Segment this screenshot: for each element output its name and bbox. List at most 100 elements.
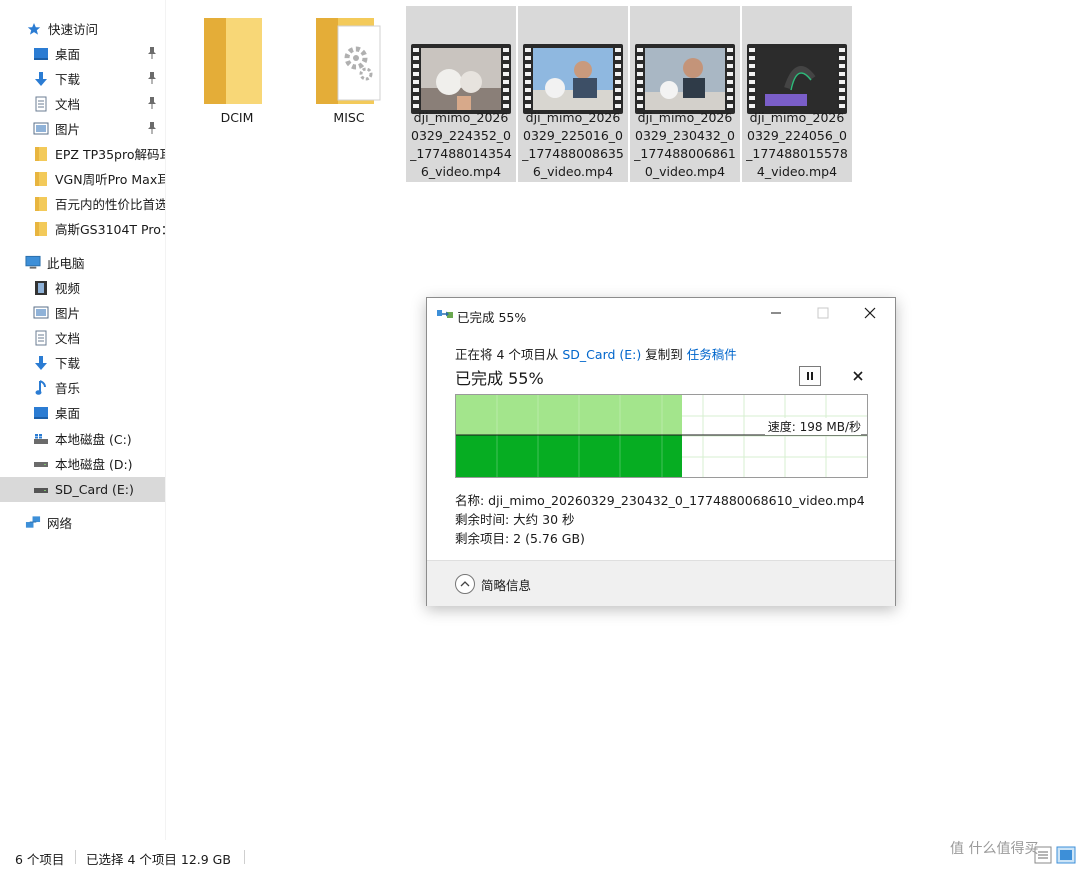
picture-icon: [33, 305, 49, 321]
nav-network[interactable]: 网络: [0, 510, 165, 535]
document-icon: [33, 96, 49, 112]
file-item-video[interactable]: dji_mimo_20260329_230432_0_1774880068610…: [630, 6, 740, 182]
folder-icon: [33, 146, 49, 162]
source-link[interactable]: SD_Card (E:): [562, 347, 641, 362]
computer-icon: [25, 255, 41, 271]
nav-label: SD_Card (E:): [55, 482, 134, 497]
file-name-line: 名称: dji_mimo_20260329_230432_0_177488006…: [455, 493, 865, 508]
nav-item-music[interactable]: 音乐: [0, 375, 165, 400]
nav-label: 图片: [55, 306, 81, 321]
nav-label: 网络: [47, 516, 73, 531]
video-thumbnail: [635, 44, 735, 114]
pin-icon[interactable]: [146, 96, 158, 110]
file-item-video[interactable]: dji_mimo_20260329_224352_0_1774880143546…: [406, 6, 516, 182]
file-name: dji_mimo_20260329_224352_0_1774880143546…: [410, 110, 512, 179]
download-icon: [33, 71, 49, 87]
progress-fill-light: [456, 395, 682, 435]
watermark: 值 什么值得买: [950, 835, 1080, 861]
download-icon: [33, 355, 49, 371]
chevron-up-icon: [455, 574, 475, 594]
desktop-icon: [33, 405, 49, 421]
nav-label: 百元内的性价比首选: [55, 197, 166, 212]
nav-item-pc-desktop[interactable]: 桌面: [0, 400, 165, 425]
video-thumbnail: [411, 44, 511, 114]
nav-label: 音乐: [55, 381, 81, 396]
file-name: dji_mimo_20260329_230432_0_1774880068610…: [634, 110, 736, 179]
nav-item-sd-card[interactable]: SD_Card (E:): [0, 477, 165, 502]
pause-icon: [807, 372, 813, 380]
nav-item-folder-epz[interactable]: EPZ TP35pro解码耳: [0, 141, 166, 166]
copy-prefix: 正在将 4 个项目从: [455, 347, 563, 362]
nav-label: EPZ TP35pro解码耳: [55, 147, 166, 162]
file-item-folder[interactable]: MISC: [294, 6, 404, 182]
selection-info: 已选择 4 个项目 12.9 GB: [86, 852, 231, 867]
video-thumbnail: [523, 44, 623, 114]
nav-label: 桌面: [55, 47, 81, 62]
nav-label: 此电脑: [47, 256, 85, 271]
nav-quick-access[interactable]: 快速访问: [0, 16, 165, 41]
pin-icon[interactable]: [146, 71, 158, 85]
nav-label: 下载: [55, 72, 81, 87]
nav-item-pictures[interactable]: 图片: [0, 116, 165, 141]
nav-label: 本地磁盘 (D:): [55, 457, 133, 472]
nav-item-folder-budget[interactable]: 百元内的性价比首选: [0, 191, 166, 216]
navigation-pane: 快速访问 桌面 下载 文档 图片 EPZ TP35pro解码耳 VGN周听Pro…: [0, 0, 166, 840]
pause-button[interactable]: [799, 366, 821, 386]
nav-item-folder-vgn[interactable]: VGN周听Pro Max耳: [0, 166, 166, 191]
nav-label: 视频: [55, 281, 81, 296]
items-remaining: 剩余项目: 2 (5.76 GB): [455, 531, 585, 546]
nav-item-desktop[interactable]: 桌面: [0, 41, 165, 66]
destination-link[interactable]: 任务稿件: [687, 347, 737, 362]
music-icon: [33, 379, 49, 396]
nav-label: VGN周听Pro Max耳: [55, 172, 166, 187]
maximize-icon: [817, 307, 829, 319]
nav-item-videos[interactable]: 视频: [0, 275, 165, 300]
file-item-video[interactable]: dji_mimo_20260329_225016_0_1774880086356…: [518, 6, 628, 182]
transfer-speed-graph: 速度: 198 MB/秒: [455, 394, 868, 478]
nav-label: 桌面: [55, 406, 81, 421]
copy-mid: 复制到: [641, 347, 687, 362]
nav-item-folder-gs[interactable]: 高斯GS3104T Pro：: [0, 216, 166, 241]
speed-label: 速度: 198 MB/秒: [764, 418, 861, 435]
file-name: DCIM: [220, 110, 254, 125]
cancel-icon: [853, 371, 863, 381]
nav-item-drive-c[interactable]: 本地磁盘 (C:): [0, 426, 165, 451]
percent-complete: 已完成 55%: [455, 369, 544, 388]
progress-fill-dark: [456, 435, 682, 477]
drive-icon: [33, 431, 49, 447]
nav-item-pc-documents[interactable]: 文档: [0, 325, 165, 350]
copy-icon: [437, 310, 453, 318]
copy-progress-dialog: 已完成 55% 正在将 4 个项目从 SD_Card (E:) 复制到 任务稿件…: [426, 297, 896, 606]
pin-icon[interactable]: [146, 121, 158, 135]
file-item-video[interactable]: dji_mimo_20260329_224056_0_1774880155784…: [742, 6, 852, 182]
file-name: dji_mimo_20260329_224056_0_1774880155784…: [746, 110, 848, 179]
video-icon: [33, 280, 49, 296]
minimize-button[interactable]: [758, 302, 794, 324]
nav-item-pc-pictures[interactable]: 图片: [0, 300, 165, 325]
nav-item-downloads[interactable]: 下载: [0, 66, 165, 91]
maximize-button: [805, 302, 841, 324]
file-item-folder[interactable]: DCIM: [182, 6, 292, 182]
nav-label: 高斯GS3104T Pro：: [55, 222, 166, 237]
desktop-icon: [33, 46, 49, 62]
cancel-button[interactable]: [847, 366, 869, 386]
close-icon: [864, 307, 876, 319]
copy-summary: 正在将 4 个项目从 SD_Card (E:) 复制到 任务稿件: [455, 344, 737, 363]
pin-icon[interactable]: [146, 46, 158, 60]
nav-this-pc[interactable]: 此电脑: [0, 250, 165, 275]
folder-icon: [33, 196, 49, 212]
nav-item-documents[interactable]: 文档: [0, 91, 165, 116]
nav-item-pc-downloads[interactable]: 下载: [0, 350, 165, 375]
nav-item-drive-d[interactable]: 本地磁盘 (D:): [0, 451, 165, 476]
file-name: dji_mimo_20260329_225016_0_1774880086356…: [522, 110, 624, 179]
fewer-details-button[interactable]: 简略信息: [455, 574, 531, 594]
nav-label: 本地磁盘 (C:): [55, 432, 132, 447]
drive-icon: [33, 482, 49, 498]
close-button[interactable]: [852, 302, 888, 324]
nav-label: 文档: [55, 97, 81, 112]
folder-icon: [33, 221, 49, 237]
watermark-text: 值 什么值得买: [950, 841, 1039, 857]
star-icon: [26, 21, 42, 37]
network-icon: [25, 515, 41, 531]
folder-icon: [204, 18, 262, 104]
